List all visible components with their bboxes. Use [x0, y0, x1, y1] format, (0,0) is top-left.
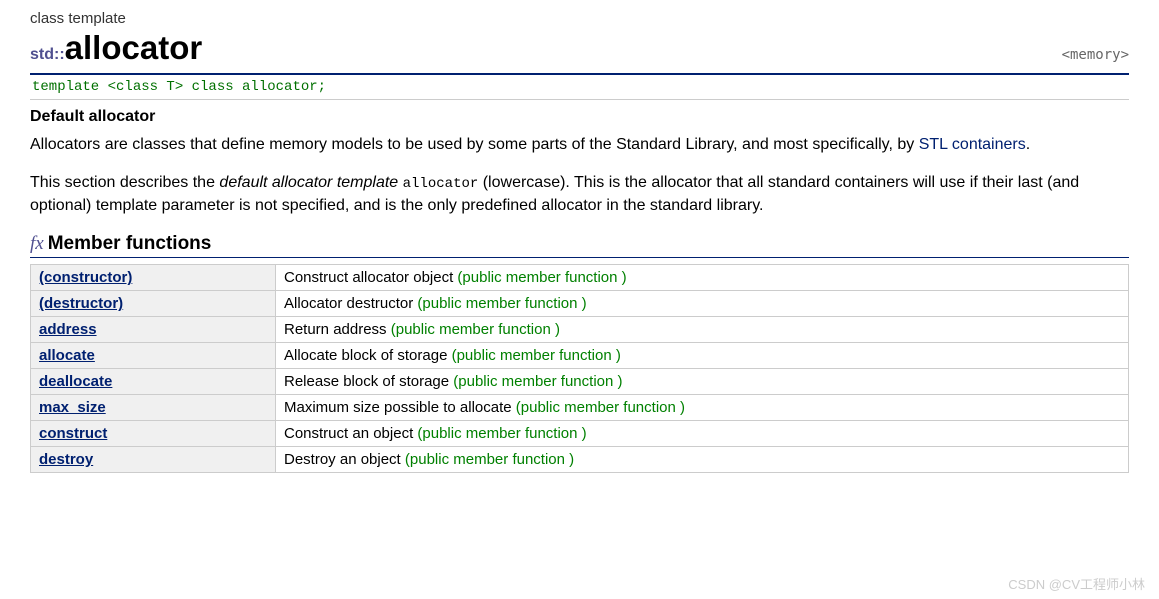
member-name-cell: (constructor): [31, 265, 276, 291]
member-link[interactable]: address: [39, 321, 97, 338]
member-annotation: (public member function ): [391, 321, 560, 338]
member-functions-table: (constructor) Construct allocator object …: [30, 264, 1129, 473]
page-title: std::allocator: [30, 29, 202, 67]
member-desc-cell: Destroy an object (public member functio…: [276, 447, 1129, 473]
member-desc-cell: Release block of storage (public member …: [276, 369, 1129, 395]
member-desc-cell: Allocate block of storage (public member…: [276, 343, 1129, 369]
member-name-cell: address: [31, 317, 276, 343]
member-functions-heading: fxMember functions: [30, 233, 1129, 258]
member-link[interactable]: construct: [39, 425, 107, 442]
member-link[interactable]: (constructor): [39, 269, 132, 286]
table-row: address Return address (public member fun…: [31, 317, 1129, 343]
description-para-1: Allocators are classes that define memor…: [30, 134, 1129, 156]
member-annotation: (public member function ): [457, 269, 626, 286]
member-link[interactable]: allocate: [39, 347, 95, 364]
member-desc-cell: Maximum size possible to allocate (publi…: [276, 395, 1129, 421]
member-desc-cell: Construct allocator object (public membe…: [276, 265, 1129, 291]
table-row: max_size Maximum size possible to allocat…: [31, 395, 1129, 421]
namespace: std::: [30, 46, 65, 63]
member-annotation: (public member function ): [452, 347, 621, 364]
member-name-cell: deallocate: [31, 369, 276, 395]
member-name-cell: (destructor): [31, 291, 276, 317]
member-link[interactable]: destroy: [39, 451, 93, 468]
member-desc-cell: Construct an object (public member funct…: [276, 421, 1129, 447]
table-row: deallocate Release block of storage (publ…: [31, 369, 1129, 395]
section-subtitle: Default allocator: [30, 108, 1129, 126]
member-name-cell: construct: [31, 421, 276, 447]
member-desc-cell: Allocator destructor (public member func…: [276, 291, 1129, 317]
stl-containers-link[interactable]: STL containers: [919, 136, 1026, 153]
fx-icon: fx: [30, 233, 44, 254]
table-row: allocate Allocate block of storage (publi…: [31, 343, 1129, 369]
class-name: allocator: [65, 29, 203, 66]
member-annotation: (public member function ): [405, 451, 574, 468]
member-annotation: (public member function ): [417, 425, 586, 442]
member-name-cell: max_size: [31, 395, 276, 421]
member-link[interactable]: deallocate: [39, 373, 112, 390]
member-link[interactable]: (destructor): [39, 295, 123, 312]
table-row: (destructor) Allocator destructor (public…: [31, 291, 1129, 317]
table-row: construct Construct an object (public mem…: [31, 421, 1129, 447]
member-annotation: (public member function ): [417, 295, 586, 312]
description-para-2: This section describes the default alloc…: [30, 172, 1129, 217]
member-link[interactable]: max_size: [39, 399, 106, 416]
watermark: CSDN @CV工程师小林: [1008, 574, 1145, 593]
member-desc-cell: Return address (public member function ): [276, 317, 1129, 343]
header-tag: <memory>: [1062, 47, 1129, 63]
member-name-cell: allocate: [31, 343, 276, 369]
member-annotation: (public member function ): [516, 399, 685, 416]
title-row: std::allocator <memory>: [30, 29, 1129, 67]
page-kind: class template: [30, 10, 1129, 27]
member-annotation: (public member function ): [453, 373, 622, 390]
template-declaration: template <class T> class allocator;: [30, 75, 1129, 100]
member-name-cell: destroy: [31, 447, 276, 473]
table-row: destroy Destroy an object (public member …: [31, 447, 1129, 473]
table-row: (constructor) Construct allocator object …: [31, 265, 1129, 291]
